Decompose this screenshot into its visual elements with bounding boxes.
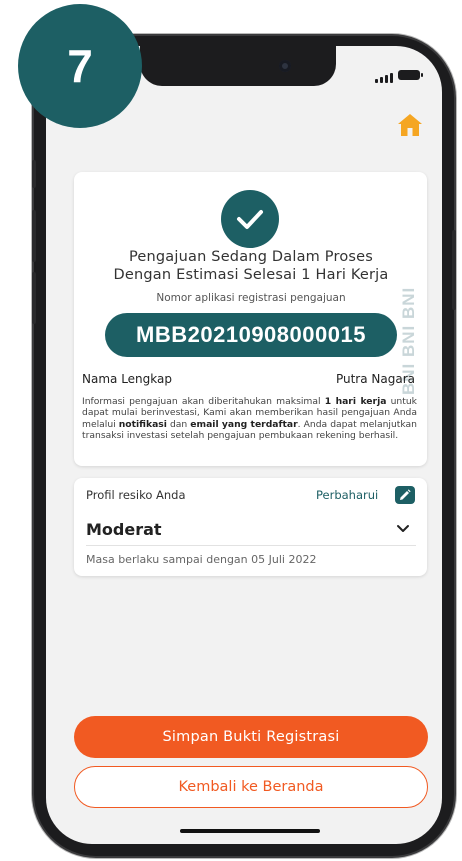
camera-icon	[279, 60, 291, 72]
pencil-icon[interactable]	[395, 486, 415, 504]
name-value: Putra Nagara	[335, 372, 415, 386]
risk-profile-value: Moderat	[86, 520, 162, 539]
divider	[86, 545, 416, 546]
battery-icon	[398, 70, 423, 80]
chevron-down-icon[interactable]	[396, 524, 410, 534]
update-risk-link[interactable]: Perbaharui	[316, 488, 378, 502]
info-paragraph: Informasi pengajuan akan diberitahukan m…	[82, 396, 417, 442]
info-bold-email: email yang terdaftar	[190, 418, 298, 430]
back-to-home-button[interactable]: Kembali ke Beranda	[74, 766, 428, 808]
step-badge: 7	[18, 4, 142, 128]
registration-number: MBB20210908000015	[105, 313, 397, 357]
info-bold-notification: notifikasi	[118, 418, 167, 430]
info-text: Informasi pengajuan akan diberitahukan m…	[82, 396, 325, 407]
info-text: dan	[166, 418, 191, 430]
home-icon[interactable]	[397, 113, 423, 137]
success-badge	[221, 190, 279, 248]
volume-up-button	[32, 210, 36, 262]
notch	[140, 46, 336, 86]
mute-switch	[32, 160, 36, 188]
signal-icon	[375, 73, 393, 83]
name-label: Nama Lengkap	[82, 372, 172, 386]
risk-validity: Masa berlaku sampai dengan 05 Juli 2022	[86, 553, 317, 566]
registration-label: Nomor aplikasi registrasi pengajuan	[156, 292, 346, 304]
status-title-line2: Dengan Estimasi Selesai 1 Hari Kerja	[113, 267, 389, 283]
home-indicator	[180, 829, 320, 833]
save-registration-button[interactable]: Simpan Bukti Registrasi	[74, 716, 428, 758]
status-title-line1: Pengajuan Sedang Dalam Proses	[128, 249, 374, 265]
risk-profile-label: Profil resiko Anda	[86, 488, 186, 502]
volume-down-button	[32, 272, 36, 324]
check-icon	[237, 210, 263, 229]
info-bold-duration: 1 hari kerja	[324, 396, 387, 407]
power-button	[452, 230, 456, 310]
status-title: Pengajuan Sedang Dalam Proses Dengan Est…	[86, 248, 416, 284]
